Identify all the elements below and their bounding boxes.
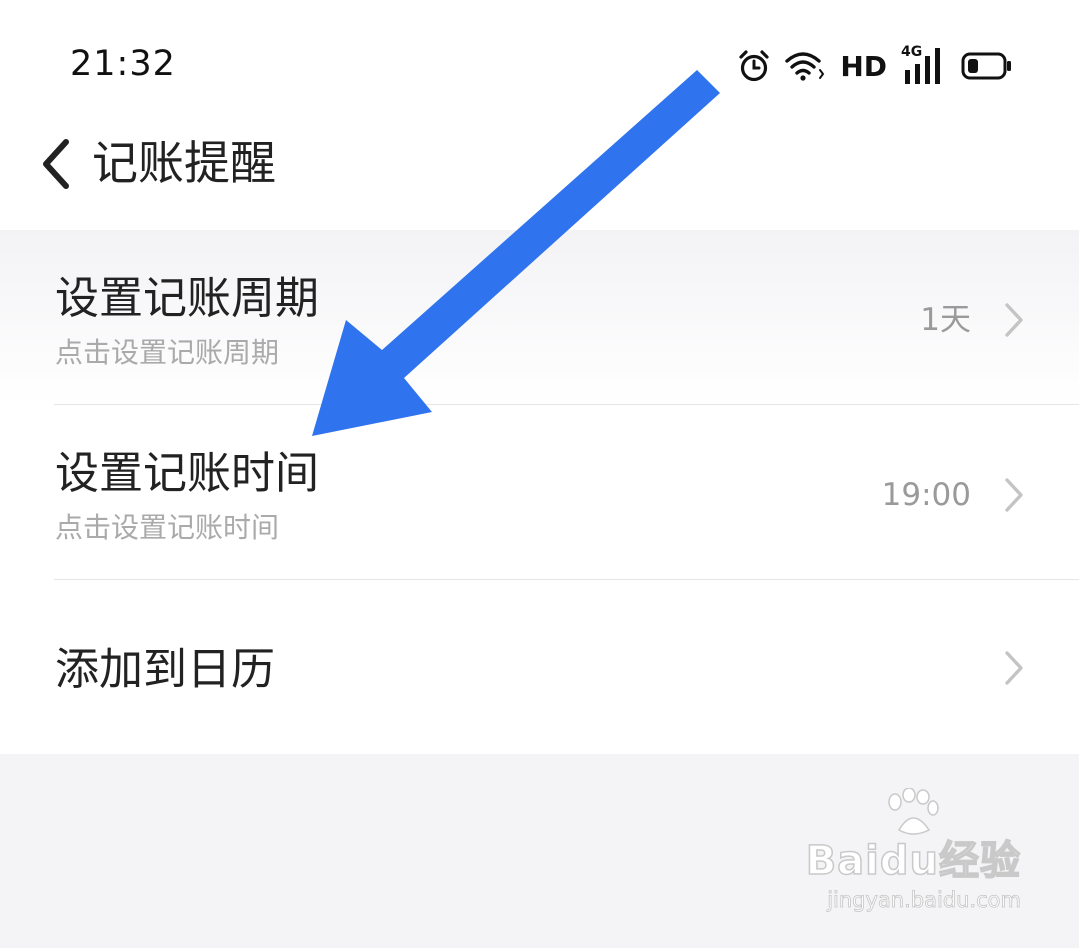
chevron-right-icon	[999, 475, 1029, 515]
row-billing-cycle[interactable]: 设置记账周期 点击设置记账周期 1天	[0, 230, 1079, 405]
row-value: 19:00	[881, 477, 971, 513]
row-add-to-calendar[interactable]: 添加到日历	[0, 580, 1079, 755]
chevron-right-icon	[999, 300, 1029, 340]
row-billing-time[interactable]: 设置记账时间 点击设置记账时间 19:00	[0, 405, 1079, 580]
hd-label: HD	[840, 49, 887, 83]
row-subtitle: 点击设置记账时间	[55, 511, 280, 544]
app-header: 记账提醒	[0, 125, 1079, 205]
settings-list: 设置记账周期 点击设置记账周期 1天 设置记账时间 点击设置记账时间 19:00…	[0, 230, 1079, 754]
row-title: 添加到日历	[55, 644, 275, 695]
row-value: 1天	[920, 302, 971, 338]
top-area: 21:32 HD 4G 记账提醒	[0, 0, 1079, 230]
watermark-url: jingyan.baidu.com	[827, 888, 1022, 913]
screen: 21:32 HD 4G 记账提醒 设置记账周期 点击设置记账周期 1天 设置记账…	[0, 0, 1079, 948]
page-title: 记账提醒	[92, 136, 276, 190]
battery-icon	[961, 51, 1013, 81]
chevron-right-icon	[999, 648, 1029, 688]
status-icons: HD 4G	[738, 44, 1013, 88]
back-button[interactable]	[30, 133, 80, 195]
watermark: Baidu经验 jingyan.baidu.com	[805, 788, 1022, 928]
status-time: 21:32	[70, 44, 176, 84]
alarm-icon	[738, 49, 770, 83]
row-title: 设置记账周期	[55, 273, 319, 324]
row-title: 设置记账时间	[55, 448, 319, 499]
row-subtitle: 点击设置记账周期	[55, 336, 280, 369]
cellular-signal-icon: 4G	[901, 44, 947, 86]
status-bar: 21:32 HD 4G	[0, 0, 1079, 120]
wifi-icon	[784, 50, 826, 82]
watermark-logo: Baidu经验	[805, 837, 1021, 885]
chevron-left-icon	[43, 139, 69, 189]
